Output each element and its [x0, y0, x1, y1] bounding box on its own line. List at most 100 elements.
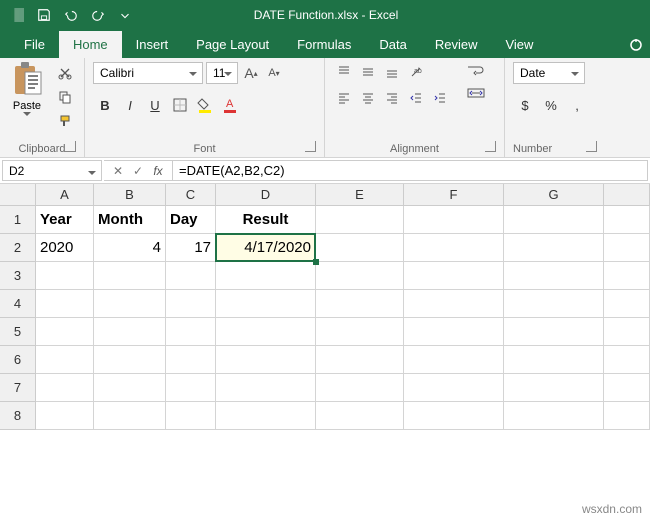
cell[interactable] — [216, 262, 316, 290]
format-painter-icon[interactable] — [54, 110, 76, 132]
insert-function-icon[interactable]: fx — [150, 163, 166, 179]
cell[interactable] — [404, 346, 504, 374]
cell[interactable] — [504, 346, 604, 374]
cell[interactable] — [316, 262, 404, 290]
app-icon[interactable] — [4, 1, 30, 29]
increase-indent-icon[interactable] — [429, 88, 451, 108]
fill-handle[interactable] — [313, 259, 319, 265]
cut-icon[interactable] — [54, 62, 76, 84]
align-right-icon[interactable] — [381, 88, 403, 108]
comma-button[interactable]: , — [565, 94, 589, 116]
cell[interactable] — [166, 262, 216, 290]
cell[interactable] — [604, 234, 650, 262]
cell[interactable]: Month — [94, 206, 166, 234]
cell[interactable] — [36, 346, 94, 374]
bold-button[interactable]: B — [93, 94, 117, 116]
cell[interactable] — [604, 346, 650, 374]
cell[interactable] — [604, 206, 650, 234]
formula-input[interactable]: =DATE(A2,B2,C2) — [173, 160, 648, 181]
cell[interactable] — [94, 346, 166, 374]
paste-button[interactable]: Paste — [8, 62, 46, 117]
copy-icon[interactable] — [54, 86, 76, 108]
cell[interactable] — [404, 402, 504, 430]
cell[interactable] — [604, 402, 650, 430]
increase-font-icon[interactable]: A▴ — [241, 62, 261, 84]
align-left-icon[interactable] — [333, 88, 355, 108]
fill-color-button[interactable] — [193, 94, 217, 116]
cell[interactable] — [216, 290, 316, 318]
percent-button[interactable]: % — [539, 94, 563, 116]
enter-formula-icon[interactable]: ✓ — [130, 163, 146, 179]
row-header[interactable]: 4 — [0, 290, 36, 318]
cell[interactable] — [94, 374, 166, 402]
align-center-icon[interactable] — [357, 88, 379, 108]
select-all-corner[interactable] — [0, 184, 36, 206]
cell[interactable] — [166, 290, 216, 318]
cell[interactable] — [404, 290, 504, 318]
tab-home[interactable]: Home — [59, 31, 122, 58]
cell[interactable] — [404, 206, 504, 234]
row-header[interactable]: 3 — [0, 262, 36, 290]
name-box[interactable]: D2 — [2, 160, 102, 181]
row-header[interactable]: 6 — [0, 346, 36, 374]
cell[interactable] — [94, 262, 166, 290]
font-color-button[interactable]: A — [218, 94, 242, 116]
tab-file[interactable]: File — [10, 31, 59, 58]
save-icon[interactable] — [31, 1, 57, 29]
wrap-text-icon[interactable] — [463, 62, 489, 80]
font-size-select[interactable]: 11 — [206, 62, 238, 84]
cell[interactable] — [216, 374, 316, 402]
col-header[interactable]: F — [404, 184, 504, 206]
underline-button[interactable]: U — [143, 94, 167, 116]
col-header[interactable]: A — [36, 184, 94, 206]
cell[interactable] — [604, 290, 650, 318]
cell[interactable] — [36, 262, 94, 290]
cell[interactable] — [504, 402, 604, 430]
cell[interactable] — [404, 374, 504, 402]
cell[interactable] — [504, 234, 604, 262]
tab-view[interactable]: View — [491, 31, 547, 58]
cell[interactable] — [316, 374, 404, 402]
redo-icon[interactable] — [85, 1, 111, 29]
cell[interactable]: Result — [216, 206, 316, 234]
tab-page-layout[interactable]: Page Layout — [182, 31, 283, 58]
row-header[interactable]: 5 — [0, 318, 36, 346]
row-header[interactable]: 8 — [0, 402, 36, 430]
cell[interactable] — [604, 374, 650, 402]
align-top-icon[interactable] — [333, 62, 355, 82]
cell[interactable]: Day — [166, 206, 216, 234]
col-header[interactable]: E — [316, 184, 404, 206]
font-name-select[interactable]: Calibri — [93, 62, 203, 84]
tab-formulas[interactable]: Formulas — [283, 31, 365, 58]
cell-active[interactable]: 4/17/2020 — [216, 234, 316, 262]
align-middle-icon[interactable] — [357, 62, 379, 82]
cell[interactable] — [166, 402, 216, 430]
cell[interactable] — [404, 262, 504, 290]
row-header[interactable]: 1 — [0, 206, 36, 234]
cell[interactable] — [504, 262, 604, 290]
cell[interactable] — [36, 290, 94, 318]
cell[interactable]: 2020 — [36, 234, 94, 262]
col-header[interactable]: C — [166, 184, 216, 206]
tab-insert[interactable]: Insert — [122, 31, 183, 58]
col-header[interactable]: G — [504, 184, 604, 206]
row-header[interactable]: 7 — [0, 374, 36, 402]
customize-qa-icon[interactable] — [112, 1, 138, 29]
cell[interactable] — [316, 290, 404, 318]
cell[interactable] — [94, 402, 166, 430]
cell[interactable] — [216, 402, 316, 430]
cell[interactable] — [36, 318, 94, 346]
cell[interactable] — [604, 318, 650, 346]
cell[interactable] — [504, 318, 604, 346]
tab-review[interactable]: Review — [421, 31, 492, 58]
italic-button[interactable]: I — [118, 94, 142, 116]
cancel-formula-icon[interactable]: ✕ — [110, 163, 126, 179]
merge-center-icon[interactable] — [463, 84, 489, 102]
col-header-extra[interactable] — [604, 184, 650, 206]
cell[interactable] — [166, 346, 216, 374]
cell[interactable] — [504, 290, 604, 318]
cell[interactable] — [216, 318, 316, 346]
tell-me-icon[interactable] — [628, 37, 644, 58]
cell[interactable] — [316, 402, 404, 430]
row-header[interactable]: 2 — [0, 234, 36, 262]
